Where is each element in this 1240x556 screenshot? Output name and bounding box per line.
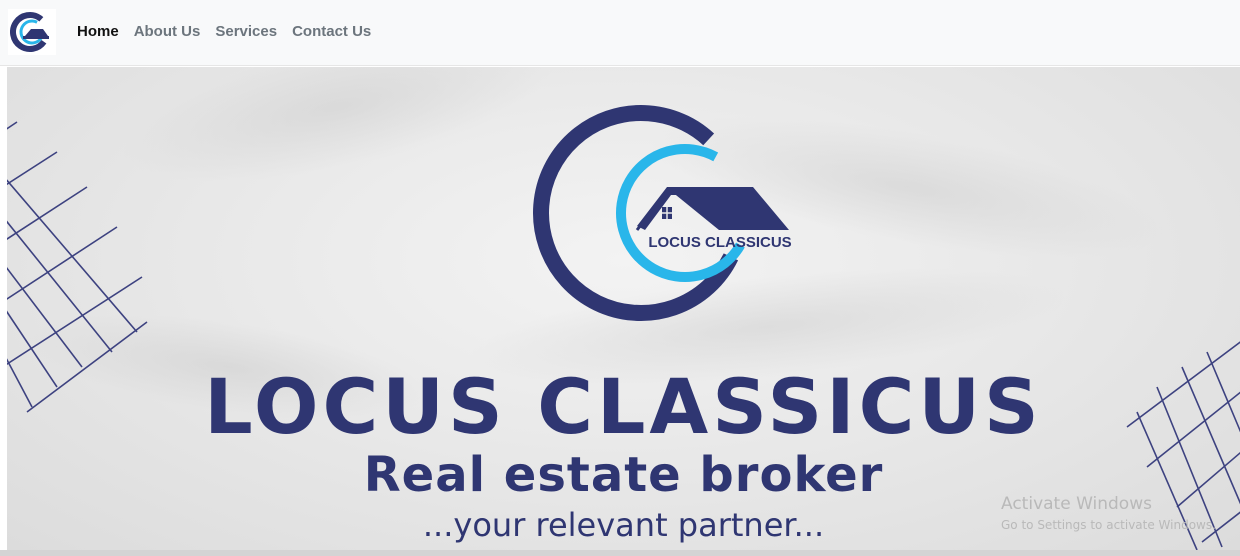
windows-activation-watermark: Activate Windows Go to Settings to activ… [1001,494,1216,536]
watermark-subtitle: Go to Settings to activate Windows. [1001,518,1216,532]
hero-title: LOCUS CLASSICUS [204,362,1043,451]
hero-banner: LOCUS CLASSICUS LOCUS CLASSICUS Real est… [7,67,1240,550]
locus-classicus-logo-icon [10,12,50,52]
top-navbar: Home About Us Services Contact Us [0,0,1240,66]
watermark-title: Activate Windows [1001,494,1152,514]
nav-link-contact-us[interactable]: Contact Us [292,22,371,42]
nav-link-home[interactable]: Home [77,22,119,42]
hero-logo-text: LOCUS CLASSICUS [648,234,791,251]
nav-link-about-us[interactable]: About Us [134,22,201,42]
nav-link-services[interactable]: Services [215,22,277,42]
page-bottom-divider [0,550,1240,556]
main-nav: Home About Us Services Contact Us [77,22,386,42]
brand-logo-link[interactable] [8,9,56,55]
